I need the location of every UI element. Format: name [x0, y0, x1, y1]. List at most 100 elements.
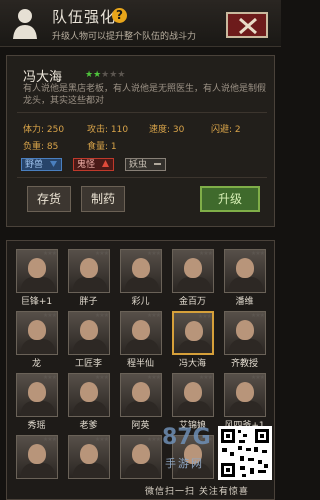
portrait-head: [28, 382, 46, 402]
character-card[interactable]: ★★★ 艾锦娘: [171, 373, 214, 431]
portrait-body: [21, 463, 55, 478]
character-name: 龙: [31, 359, 41, 369]
hero-detail-panel: 冯大海 ★★★★★ 有人说他是黑店老板，有人说他是无照医生，有人说他是制假龙头，…: [6, 55, 275, 227]
site-watermark-sub: 手游网: [165, 457, 204, 470]
character-portrait: ★★★: [68, 249, 110, 293]
character-card[interactable]: ★★★: [119, 435, 162, 490]
character-card[interactable]: ★★★ 阿英: [119, 373, 162, 431]
portrait-body: [229, 401, 263, 416]
card-star-rating: ★★★: [94, 436, 109, 443]
header-bar: 队伍强化 ? 升级人物可以提升整个队伍的战斗力: [0, 0, 281, 47]
character-card[interactable]: ★★★: [67, 435, 110, 490]
help-icon[interactable]: ?: [112, 8, 127, 23]
portrait-body: [177, 401, 211, 416]
character-card[interactable]: ★★★ 工匠李: [67, 311, 110, 369]
portrait-head: [236, 258, 254, 278]
qr-code-icon: [221, 429, 269, 477]
character-card[interactable]: ★★★ 潘维: [223, 249, 266, 307]
character-name: 巨锋+1: [20, 297, 53, 307]
character-card[interactable]: ★★★ 彩儿: [119, 249, 162, 307]
portrait-body: [73, 463, 107, 478]
character-name: 秀瑶: [27, 421, 46, 431]
character-portrait: ★★★: [224, 311, 266, 355]
tag-label: 妖虫: [129, 160, 148, 170]
portrait-head: [132, 382, 150, 402]
portrait-head: [132, 444, 150, 464]
card-star-rating: ★★★: [94, 312, 109, 319]
portrait-head: [185, 321, 203, 341]
star-empty-icon: ★: [117, 70, 126, 80]
character-name: 胖子: [79, 297, 98, 307]
card-star-rating: ★★★: [146, 436, 161, 443]
portrait-head: [28, 258, 46, 278]
divider: [17, 177, 267, 178]
character-name: 冯大海: [178, 359, 206, 369]
portrait-body: [21, 401, 55, 416]
character-portrait: ★★★: [16, 311, 58, 355]
portrait-head: [80, 320, 98, 340]
character-portrait: ★★★: [224, 249, 266, 293]
portrait-body: [229, 339, 263, 354]
tag-insect: 妖虫: [125, 158, 166, 171]
character-card[interactable]: ★★★ 胖子: [67, 249, 110, 307]
character-card[interactable]: ★★★ 巨锋+1: [15, 249, 58, 307]
portrait-head: [236, 320, 254, 340]
close-button[interactable]: [226, 12, 268, 38]
character-name: 程半仙: [126, 359, 154, 369]
character-card[interactable]: ★★★ 冯大海: [171, 311, 214, 369]
character-card[interactable]: ★★★ 秀瑶: [15, 373, 58, 431]
portrait-head: [80, 258, 98, 278]
portrait-head: [236, 382, 254, 402]
qr-code: [218, 426, 272, 480]
card-star-rating: ★★★: [250, 250, 265, 257]
character-portrait: ★★★: [120, 435, 162, 479]
card-star-rating: ★★★: [198, 374, 213, 381]
card-star-rating: ★★★: [146, 312, 161, 319]
character-name: 老爹: [79, 421, 98, 431]
character-portrait: ★★★: [172, 373, 214, 417]
hero-description: 有人说他是黑店老板，有人说他是无照医生，有人说他是制假龙头，其实这些都对: [23, 84, 267, 106]
portrait-body: [73, 339, 107, 354]
character-portrait: ★★★: [224, 373, 266, 417]
character-card[interactable]: ★★★风四爷+1: [223, 373, 266, 431]
character-card[interactable]: ★★★ 金百万: [171, 249, 214, 307]
character-card[interactable]: ★★★ 齐教授: [223, 311, 266, 369]
page-subtitle: 升级人物可以提升整个队伍的战斗力: [52, 32, 197, 42]
tag-label: 鬼怪: [77, 160, 96, 170]
character-portrait: ★★★: [68, 373, 110, 417]
tag-ghost: 鬼怪: [73, 158, 114, 171]
tag-label: 野兽: [25, 160, 44, 170]
portrait-body: [21, 277, 55, 292]
character-card[interactable]: ★★★ 龙: [15, 311, 58, 369]
stat-food: 食量: 1: [87, 142, 117, 152]
page-title: 队伍强化: [52, 8, 117, 26]
card-star-rating: ★★★: [250, 374, 265, 381]
character-name: 金百万: [178, 297, 206, 307]
medicine-button[interactable]: 制药: [81, 186, 125, 212]
storage-button[interactable]: 存货: [27, 186, 71, 212]
character-card[interactable]: ★★★: [15, 435, 58, 490]
team-avatar-icon: [13, 9, 37, 39]
card-star-rating: ★★★: [197, 313, 212, 320]
star-icon: ★: [93, 70, 102, 80]
character-card[interactable]: ★★★ 老爹: [67, 373, 110, 431]
stat-attack: 攻击: 110: [87, 125, 129, 135]
card-star-rating: ★★★: [250, 312, 265, 319]
card-star-rating: ★★★: [42, 436, 57, 443]
portrait-body: [229, 277, 263, 292]
card-star-rating: ★★★: [42, 250, 57, 257]
portrait-body: [73, 401, 107, 416]
character-name: 阿英: [131, 421, 150, 431]
character-name: 潘维: [235, 297, 254, 307]
star-icon: ★: [85, 70, 94, 80]
upgrade-button[interactable]: 升级: [200, 186, 260, 212]
character-name: 工匠李: [74, 359, 102, 369]
portrait-head: [28, 444, 46, 464]
portrait-body: [178, 340, 212, 353]
portrait-head: [28, 320, 46, 340]
stat-hp: 体力: 250: [23, 125, 65, 135]
arrow-down-icon: [49, 161, 57, 167]
portrait-body: [177, 277, 211, 292]
card-star-rating: ★★★: [42, 374, 57, 381]
character-card[interactable]: ★★★ 程半仙: [119, 311, 162, 369]
